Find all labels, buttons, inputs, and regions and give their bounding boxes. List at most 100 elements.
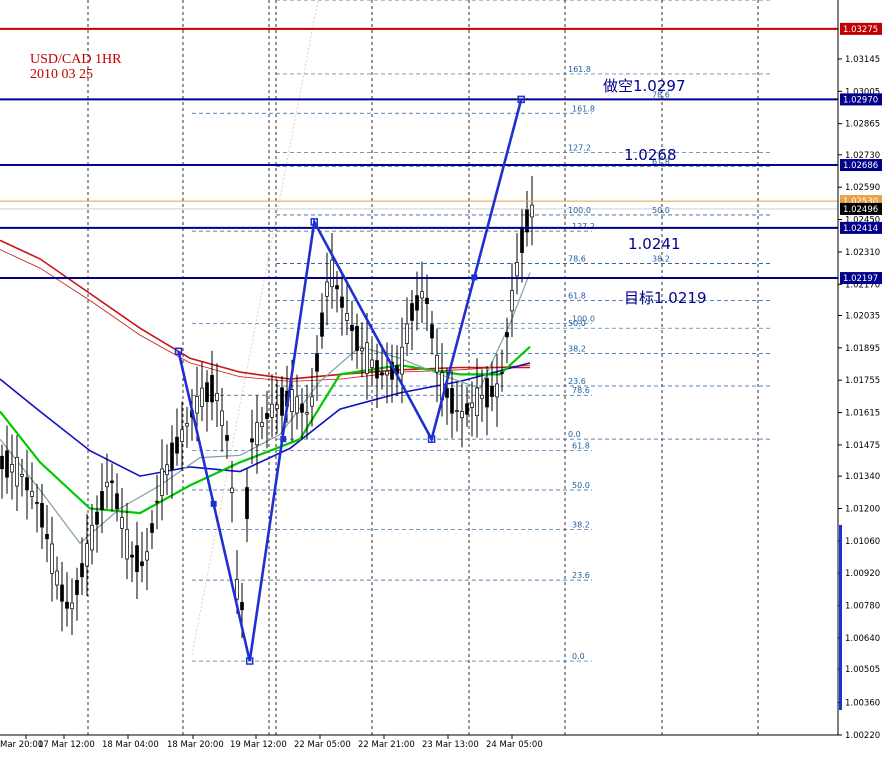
candle-body <box>270 403 274 418</box>
candle-body <box>360 347 364 352</box>
y-tick-label: 1.01340 <box>845 472 880 482</box>
candle-body <box>0 455 4 470</box>
fib-level-label: 23.6 <box>568 377 586 386</box>
harmonic-pattern-line <box>177 99 523 662</box>
candle-body <box>350 324 354 331</box>
candle-body <box>155 500 159 503</box>
price-chart[interactable]: 0.0 23.6 38.2 50.0 61.8 78.6 100.0 127.2 161.8 0.… <box>0 0 883 757</box>
candle-body <box>145 551 149 561</box>
candle-body <box>370 359 374 368</box>
candle-body <box>415 295 419 311</box>
candle-body <box>125 529 129 560</box>
candle-body <box>400 346 404 375</box>
candle-body <box>280 387 284 416</box>
y-tick-label: 1.00360 <box>845 699 880 709</box>
fib-level-label: 127.2 <box>568 144 591 153</box>
candle-body <box>460 411 464 419</box>
pattern-marker <box>210 500 217 507</box>
price-tag-label: 1.03275 <box>843 25 878 35</box>
candle-body <box>110 480 114 484</box>
fib-level-label: 0.0 <box>572 652 585 661</box>
price-tag-label: 1.02414 <box>843 224 878 234</box>
candle-body <box>55 570 59 586</box>
candle-body <box>225 435 229 441</box>
annotation-short-entry: 做空1.0297 <box>603 77 686 95</box>
moving-average-line <box>0 249 531 382</box>
candle-body <box>150 523 154 533</box>
candle-body <box>450 388 454 414</box>
candle-body <box>95 511 99 525</box>
candle-body <box>50 543 54 574</box>
candle-body <box>420 291 424 299</box>
symbol-label: USD/CAD 1HR <box>30 52 122 67</box>
candle-body <box>520 227 524 253</box>
candle-body <box>90 524 94 551</box>
price-tag-label: 1.02686 <box>843 161 878 171</box>
candle-body <box>250 438 254 443</box>
x-tick-label: 22 Mar 05:00 <box>294 740 351 750</box>
candle-body <box>295 396 299 414</box>
fib-level-label: 50.0 <box>568 319 586 328</box>
candle-body <box>335 285 339 290</box>
candle-body <box>375 360 379 379</box>
candle-body <box>425 297 429 304</box>
y-tick-label: 1.00640 <box>845 634 880 644</box>
y-tick-label: 1.02035 <box>845 311 880 321</box>
candle-body <box>470 402 474 408</box>
y-tick-label: 1.01475 <box>845 441 880 451</box>
candle-body <box>255 422 259 446</box>
candle-body <box>180 429 184 442</box>
candle-body <box>175 436 179 454</box>
chart-area[interactable]: 0.0 23.6 38.2 50.0 61.8 78.6 100.0 127.2 161.8 0.… <box>0 0 883 757</box>
date-label: 2010 03 25 <box>30 67 93 82</box>
y-tick-label: 1.01755 <box>845 376 880 386</box>
candle-body <box>480 394 484 399</box>
candle-body <box>140 561 144 567</box>
annotation-level-2: 1.0241 <box>628 235 681 253</box>
candle-body <box>105 481 109 488</box>
candle-body <box>275 404 279 409</box>
candle-body <box>210 375 214 403</box>
candle-body <box>25 477 29 491</box>
candle-body <box>10 464 14 473</box>
fib-level-label: 161.8 <box>568 65 591 74</box>
x-tick-label: Mar 20:00 <box>0 740 43 750</box>
y-tick-label: 1.02865 <box>845 120 880 130</box>
candle-body <box>30 491 34 497</box>
candle-body <box>100 491 104 510</box>
candle-body <box>365 342 369 374</box>
candle-body <box>465 403 469 415</box>
fib-level-label: 0.0 <box>568 430 581 439</box>
y-tick-label: 1.01060 <box>845 537 880 547</box>
x-tick-label: 19 Mar 12:00 <box>230 740 287 750</box>
candle-body <box>200 387 204 407</box>
candle-body <box>160 468 164 496</box>
candle-body <box>455 410 459 412</box>
pattern-marker <box>471 274 478 281</box>
y-tick-label: 1.02590 <box>845 183 880 193</box>
price-tag-label: 1.02970 <box>843 95 878 105</box>
candle-body <box>185 423 189 427</box>
annotation-level-1: 1.0268 <box>624 146 677 164</box>
candle-body <box>475 387 479 417</box>
candle-body <box>215 393 219 401</box>
candle-body <box>65 601 69 609</box>
candle-body <box>265 412 269 419</box>
y-tick-label: 1.00220 <box>845 731 880 741</box>
candle-body <box>315 353 319 372</box>
fib-level-label: 61.8 <box>568 291 586 300</box>
candle-body <box>330 259 334 288</box>
y-tick-label: 1.00920 <box>845 569 880 579</box>
y-tick-label: 1.01200 <box>845 504 880 514</box>
y-tick-label: 1.01895 <box>845 344 880 354</box>
candle-body <box>510 290 514 312</box>
price-tag-label: 1.02496 <box>843 205 878 215</box>
candle-body <box>220 410 224 426</box>
candle-body <box>505 332 509 338</box>
candle-body <box>230 487 234 493</box>
candle-body <box>290 389 294 412</box>
x-tick-label: 24 Mar 05:00 <box>486 740 543 750</box>
x-tick-label: 17 Mar 12:00 <box>38 740 95 750</box>
fib-level-label: 127.2 <box>572 222 595 231</box>
candle-body <box>35 502 39 504</box>
